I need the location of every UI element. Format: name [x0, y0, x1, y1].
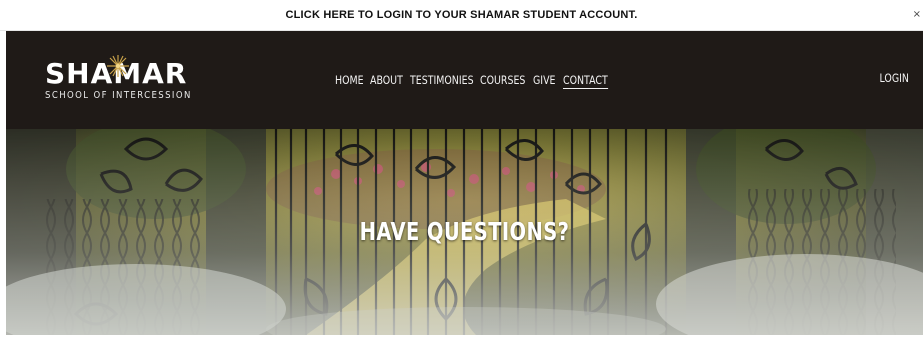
site-header: SHAMAR SCHOOL OF INTERCESSION HOME ABOUT…: [6, 31, 923, 129]
page-title: HAVE QUESTIONS?: [359, 217, 570, 246]
login-link[interactable]: LOGIN: [880, 71, 909, 85]
hero-banner: HAVE QUESTIONS?: [6, 129, 923, 335]
student-login-link[interactable]: CLICK HERE TO LOGIN TO YOUR SHAMAR STUDE…: [285, 9, 637, 21]
logo-tagline: SCHOOL OF INTERCESSION: [45, 90, 192, 101]
main-nav: HOME ABOUT TESTIMONIES COURSES GIVE CONT…: [335, 71, 608, 89]
nav-courses[interactable]: COURSES: [480, 73, 525, 87]
nav-testimonies[interactable]: TESTIMONIES: [410, 73, 474, 87]
announcement-bar: CLICK HERE TO LOGIN TO YOUR SHAMAR STUDE…: [0, 0, 923, 31]
nav-contact[interactable]: CONTACT: [563, 73, 608, 89]
nav-home[interactable]: HOME: [335, 73, 364, 87]
site-logo[interactable]: SHAMAR SCHOOL OF INTERCESSION: [45, 55, 192, 101]
close-icon[interactable]: ×: [913, 9, 921, 20]
nav-give[interactable]: GIVE: [533, 73, 555, 87]
sunburst-icon: [107, 55, 129, 77]
nav-about[interactable]: ABOUT: [370, 73, 403, 87]
